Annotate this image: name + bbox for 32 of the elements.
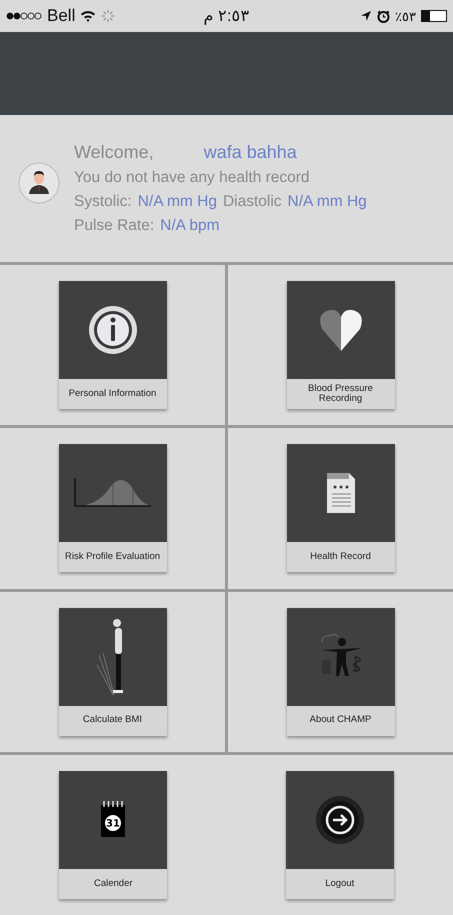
menu-tile[interactable]: Health Record xyxy=(286,444,394,572)
menu-tile[interactable]: Personal Information xyxy=(58,281,166,410)
carrier-name: Bell xyxy=(47,6,76,26)
welcome-text: Welcome, xyxy=(74,142,154,163)
signal-icon xyxy=(6,12,42,20)
menu-tile[interactable]: About CHAMP xyxy=(286,608,394,736)
document-icon xyxy=(324,471,356,516)
diastolic-label: Diastolic xyxy=(222,193,282,211)
menu-tile[interactable]: Blood Pressure Recording xyxy=(286,281,394,410)
location-arrow-icon xyxy=(360,10,372,22)
wifi-icon xyxy=(80,10,96,22)
menu-tile[interactable]: Logout xyxy=(286,770,394,899)
diastolic-value: N/A mm Hg xyxy=(288,193,367,211)
menu-tile[interactable]: 31 Calender xyxy=(59,770,168,899)
pulse-rate-value: N/A bpm xyxy=(160,217,220,235)
info-icon xyxy=(86,304,138,356)
battery-icon xyxy=(421,10,447,22)
systolic-label: Systolic: xyxy=(74,193,132,211)
user-name: wafa bahha xyxy=(204,142,297,163)
spinner-icon xyxy=(101,9,116,23)
systolic-value: N/A mm Hg xyxy=(138,193,217,211)
menu-tile[interactable]: Calculate BMI xyxy=(58,608,166,736)
calendar-day: 31 xyxy=(106,818,120,830)
avatar-icon xyxy=(18,162,60,204)
alarm-clock-icon xyxy=(377,10,390,22)
heart-chart-icon xyxy=(318,307,364,354)
menu-tile[interactable]: Risk Profile Evaluation xyxy=(58,444,166,572)
status-time: ٢:٥٣ م xyxy=(204,7,250,26)
logout-icon xyxy=(314,794,365,845)
health-record-message: You do not have any health record xyxy=(74,169,310,187)
pulse-rate-label: Pulse Rate: xyxy=(74,217,154,235)
battery-percent: ٪٥٣ xyxy=(395,8,416,24)
